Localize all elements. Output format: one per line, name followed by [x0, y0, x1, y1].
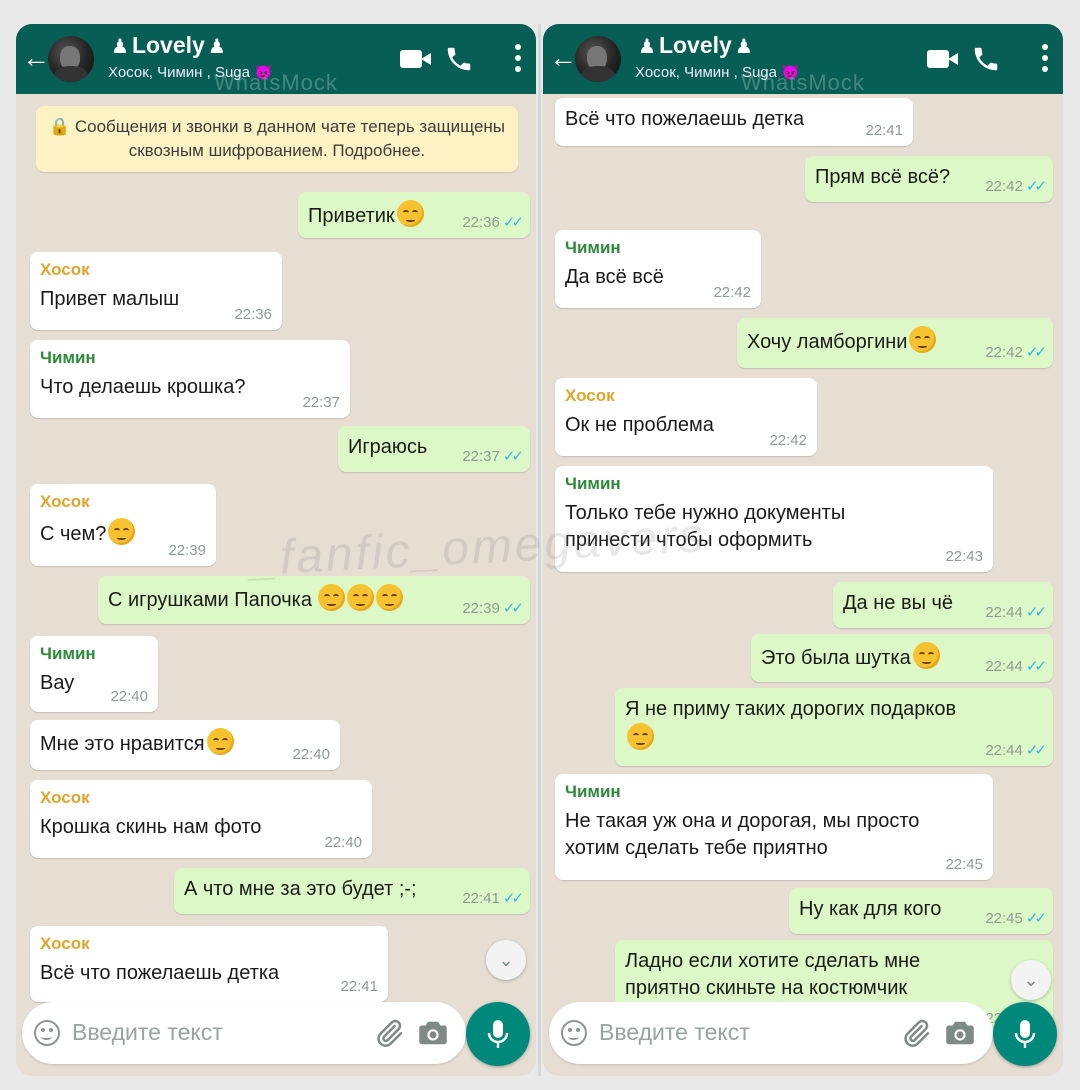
message-input-bar[interactable]: Введите текст: [549, 1002, 993, 1064]
app-watermark: WhatsMock: [214, 70, 338, 95]
video-call-icon[interactable]: [400, 50, 432, 68]
message-sender: Хосок: [40, 788, 90, 807]
message-in[interactable]: Хосок С чем? 22:39: [30, 484, 216, 566]
smirking-face-emoji-icon: [909, 326, 937, 353]
winking-face-emoji-icon: [347, 584, 375, 611]
message-out[interactable]: Прям всё всё? 22:42 ✓✓: [805, 156, 1053, 202]
message-out[interactable]: Это была шутка 22:44 ✓✓: [751, 634, 1053, 682]
group-avatar[interactable]: [48, 36, 94, 82]
message-sender: Хосок: [40, 492, 90, 511]
message-sender: Чимин: [565, 474, 621, 493]
relieved-face-emoji-icon: [396, 200, 424, 227]
message-in[interactable]: Хосок Привет малыш 22:36: [30, 252, 282, 330]
kissing-face-emoji-icon: [912, 642, 940, 669]
group-avatar[interactable]: [575, 36, 621, 82]
attach-paperclip-icon[interactable]: [374, 1018, 404, 1048]
voice-message-button[interactable]: [993, 1002, 1057, 1066]
chat-header: ← ♟ Lovely ♟ Хосок, Чимин , Suga 👿 WhatsMo…: [16, 24, 536, 95]
chess-pawn-icon: ♟: [207, 36, 226, 58]
message-list: Всё что пожелаешь детка 22:41 Прям всё в…: [543, 94, 1063, 1076]
kissing-face-emoji-icon: [318, 584, 346, 611]
chat-header: ← ♟ Lovely ♟ Хосок, Чимин , Suga 👿 WhatsMo…: [543, 24, 1063, 95]
message-out[interactable]: А что мне за это будет ;-; 22:41 ✓✓: [174, 868, 530, 914]
attach-paperclip-icon[interactable]: [901, 1018, 931, 1048]
read-receipt-icon: ✓✓: [1025, 658, 1047, 675]
app-watermark: WhatsMock: [741, 70, 865, 95]
message-sender: Чимин: [40, 348, 96, 367]
back-arrow-icon[interactable]: ←: [549, 44, 577, 72]
upside-down-face-emoji-icon: [627, 723, 654, 750]
message-in[interactable]: Чимин Что делаешь крошка? 22:37: [30, 340, 350, 418]
scroll-to-bottom-button[interactable]: ⌄: [486, 940, 526, 980]
smirking-face-emoji-icon: [376, 584, 404, 611]
message-sender: Чимин: [565, 782, 621, 801]
message-out[interactable]: Да не вы чё 22:44 ✓✓: [833, 582, 1053, 628]
emoji-picker-icon[interactable]: [561, 1020, 587, 1046]
read-receipt-icon: ✓✓: [502, 448, 524, 465]
chess-pawn-icon: ♟: [638, 36, 656, 58]
message-sender: Чимин: [565, 238, 621, 257]
message-in[interactable]: Хосок Всё что пожелаешь детка 22:41: [30, 926, 388, 1002]
phone-call-icon[interactable]: [444, 44, 474, 74]
message-in[interactable]: Хосок Ок не проблема 22:42: [555, 378, 817, 456]
message-in[interactable]: Мне это нравится 22:40: [30, 720, 340, 770]
message-out[interactable]: Хочу ламборгини 22:42 ✓✓: [737, 318, 1053, 368]
message-sender: Хосок: [40, 934, 90, 953]
message-in[interactable]: Хосок Крошка скинь нам фото 22:40: [30, 780, 372, 858]
scroll-to-bottom-button[interactable]: ⌄: [1011, 960, 1051, 1000]
overflow-menu-icon[interactable]: [514, 44, 522, 74]
read-receipt-icon: ✓✓: [502, 214, 524, 231]
smirking-face-emoji-icon: [206, 728, 234, 755]
message-in[interactable]: Чимин Не такая уж она и дорогая, мы прос…: [555, 774, 993, 880]
message-input-bar[interactable]: Введите текст: [22, 1002, 466, 1064]
chat-title[interactable]: ♟ Lovely ♟: [635, 32, 756, 59]
message-sender: Чимин: [40, 644, 96, 663]
chess-pawn-icon: ♟: [111, 36, 129, 58]
message-in[interactable]: Чимин Да всё всё 22:42: [555, 230, 761, 308]
read-receipt-icon: ✓✓: [1025, 178, 1047, 195]
read-receipt-icon: ✓✓: [1025, 344, 1047, 361]
message-sender: Хосок: [565, 386, 615, 405]
back-arrow-icon[interactable]: ←: [22, 44, 50, 72]
smirking-face-emoji-icon: [108, 518, 136, 545]
video-call-icon[interactable]: [927, 50, 959, 68]
message-in[interactable]: Чимин Вау 22:40: [30, 636, 158, 712]
camera-icon[interactable]: [418, 1019, 448, 1047]
message-out[interactable]: Ну как для кого 22:45 ✓✓: [789, 888, 1053, 934]
overflow-menu-icon[interactable]: [1041, 44, 1049, 74]
voice-message-button[interactable]: [466, 1002, 530, 1066]
emoji-picker-icon[interactable]: [34, 1020, 60, 1046]
chat-title[interactable]: ♟ Lovely ♟: [108, 32, 229, 59]
read-receipt-icon: ✓✓: [502, 600, 524, 617]
message-out[interactable]: Я не приму таких дорогих подарков 22:44 ✓…: [615, 688, 1053, 766]
read-receipt-icon: ✓✓: [1025, 604, 1047, 621]
camera-icon[interactable]: [945, 1019, 975, 1047]
message-out[interactable]: Приветик 22:36 ✓✓: [298, 192, 530, 238]
read-receipt-icon: ✓✓: [1025, 910, 1047, 927]
read-receipt-icon: ✓✓: [1025, 742, 1047, 759]
message-input[interactable]: Введите текст: [72, 1019, 223, 1046]
encryption-notice[interactable]: 🔒 Сообщения и звонки в данном чате тепер…: [36, 106, 518, 172]
message-in[interactable]: Всё что пожелаешь детка 22:41: [555, 98, 913, 146]
message-out[interactable]: Играюсь 22:37 ✓✓: [338, 426, 530, 472]
chess-pawn-icon: ♟: [734, 36, 753, 58]
message-sender: Хосок: [40, 260, 90, 279]
message-input[interactable]: Введите текст: [599, 1019, 750, 1046]
read-receipt-icon: ✓✓: [502, 890, 524, 907]
phone-call-icon[interactable]: [971, 44, 1001, 74]
